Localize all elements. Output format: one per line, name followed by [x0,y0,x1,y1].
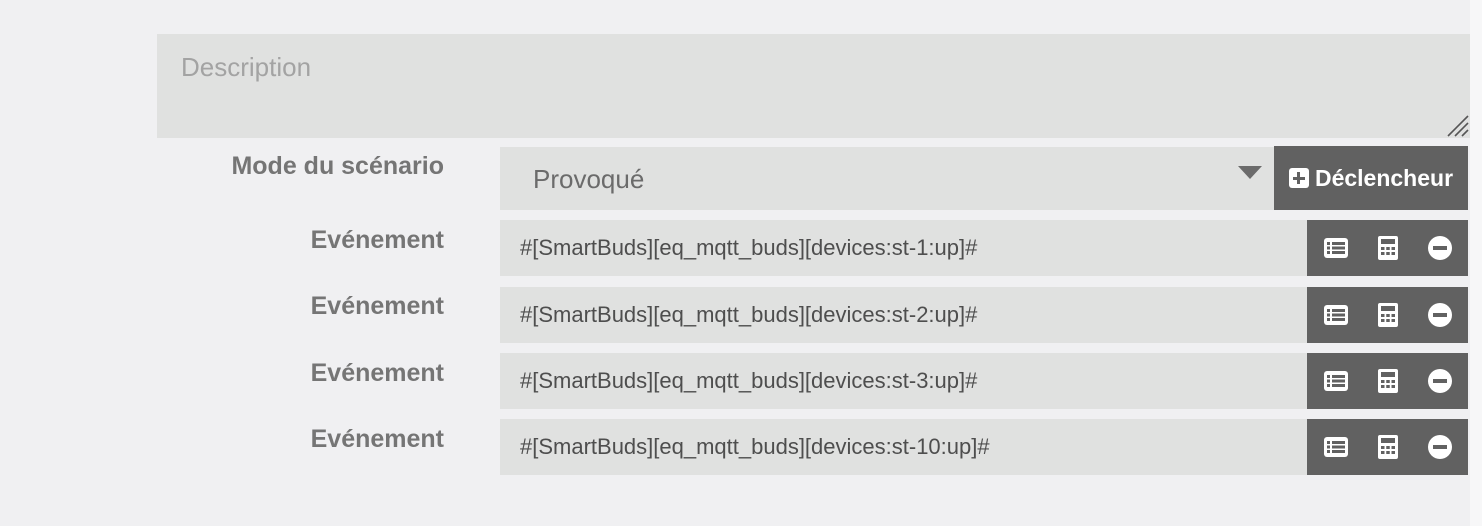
expression-button[interactable] [1362,220,1414,276]
event-input[interactable]: #[SmartBuds][eq_mqtt_buds][devices:st-3:… [500,353,1307,409]
minus-circle-icon [1428,369,1452,393]
add-trigger-label: Déclencheur [1314,164,1454,191]
expression-button[interactable] [1362,419,1414,475]
calculator-icon [1378,369,1398,393]
select-command-button[interactable] [1310,220,1362,276]
event-input[interactable]: #[SmartBuds][eq_mqtt_buds][devices:st-10… [500,419,1307,475]
expression-button[interactable] [1362,353,1414,409]
description-field[interactable] [157,34,1470,138]
event-actions [1307,419,1468,475]
event-label: Evénement [310,425,444,453]
select-command-button[interactable] [1310,287,1362,343]
minus-circle-icon [1428,236,1452,260]
remove-event-button[interactable] [1414,353,1466,409]
event-actions [1307,353,1468,409]
mode-label: Mode du scénario [231,152,444,180]
event-actions [1307,287,1468,343]
event-label: Evénement [310,359,444,387]
event-input[interactable]: #[SmartBuds][eq_mqtt_buds][devices:st-2:… [500,287,1307,343]
plus-square-icon [1288,168,1309,188]
event-input[interactable]: #[SmartBuds][eq_mqtt_buds][devices:st-1:… [500,220,1307,276]
mode-select[interactable]: Provoqué [500,147,1274,210]
minus-circle-icon [1428,435,1452,459]
event-label: Evénement [310,226,444,254]
minus-circle-icon [1428,303,1452,327]
calculator-icon [1378,435,1398,459]
description-textarea[interactable] [157,34,1470,138]
remove-event-button[interactable] [1414,287,1466,343]
scroll-edge [1470,0,1482,526]
resize-grip-icon[interactable] [1446,114,1470,138]
list-icon [1324,371,1348,391]
remove-event-button[interactable] [1414,220,1466,276]
remove-event-button[interactable] [1414,419,1466,475]
calculator-icon [1378,303,1398,327]
scenario-form: Mode du scénario Provoqué Déclencheur Ev… [0,0,1482,526]
event-actions [1307,220,1468,276]
mode-selected-value: Provoqué [533,164,645,194]
list-icon [1324,305,1348,325]
add-trigger-button[interactable]: Déclencheur [1274,146,1468,210]
caret-down-icon [1238,166,1262,179]
list-icon [1324,238,1348,258]
calculator-icon [1378,236,1398,260]
expression-button[interactable] [1362,287,1414,343]
list-icon [1324,437,1348,457]
select-command-button[interactable] [1310,419,1362,475]
event-label: Evénement [310,292,444,320]
select-command-button[interactable] [1310,353,1362,409]
